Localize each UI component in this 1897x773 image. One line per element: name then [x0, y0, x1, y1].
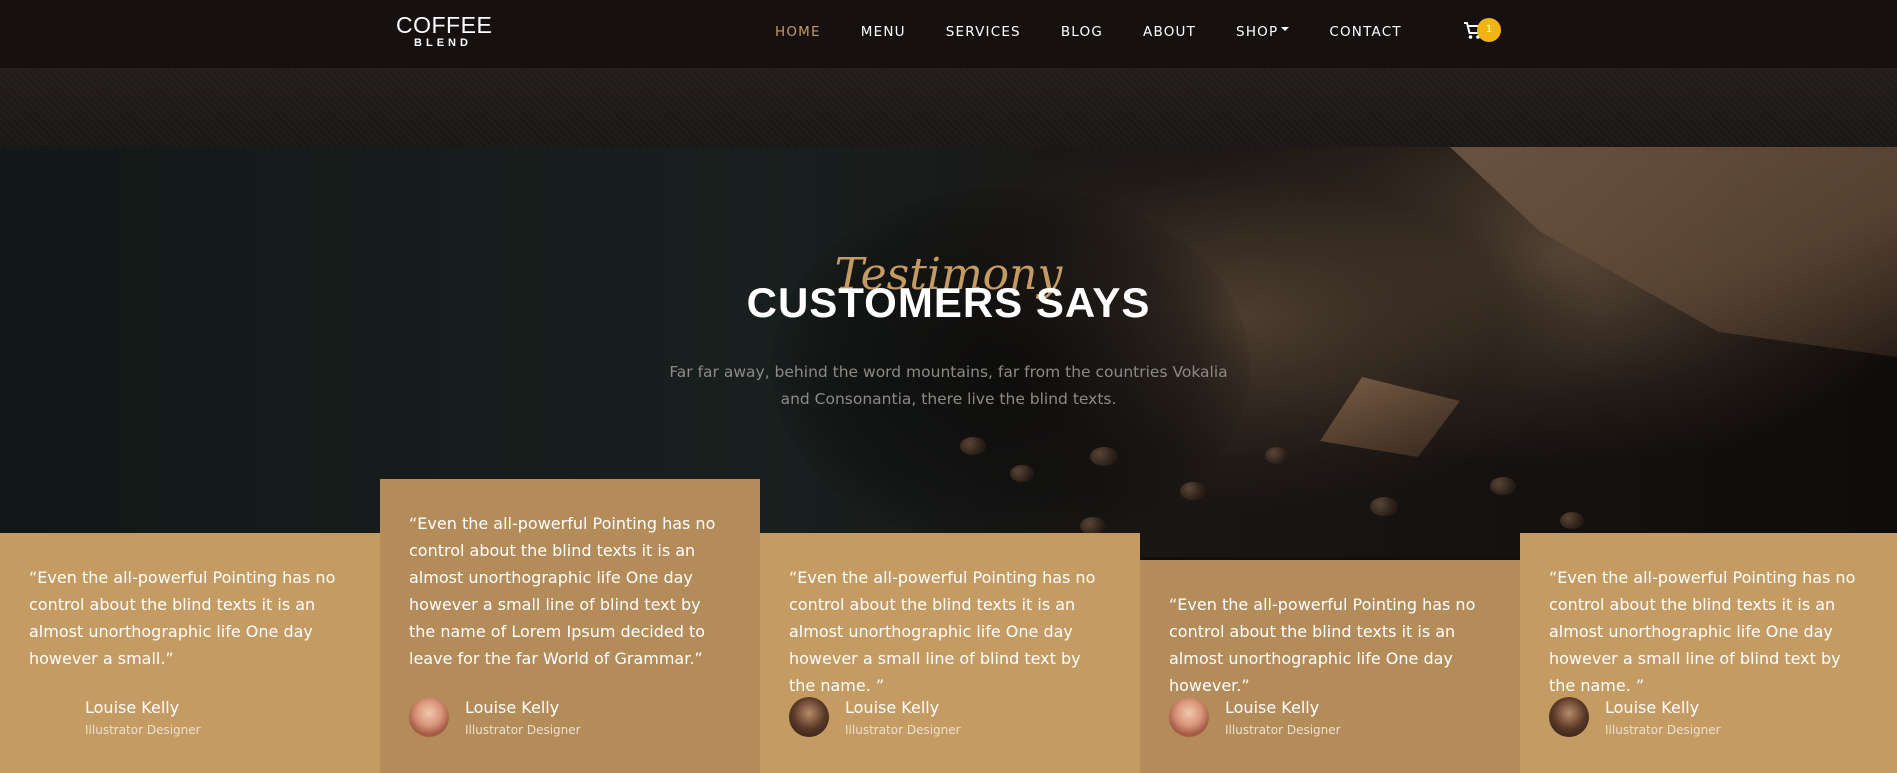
brand-title: COFFEE — [396, 12, 493, 38]
avatar — [409, 697, 449, 737]
author-name: Louise Kelly — [1605, 698, 1700, 717]
navbar: COFFEE BLEND HOME MENU SERVICES BLOG ABO… — [0, 0, 1897, 68]
testimony-hero: Testimony CUSTOMERS SAYS Far far away, b… — [0, 147, 1897, 557]
nav-item-about[interactable]: ABOUT — [1143, 20, 1196, 44]
coffee-bean — [1090, 447, 1118, 466]
nav-menu: HOME MENU SERVICES BLOG ABOUT SHOP CONTA… — [775, 20, 1442, 44]
author-position: Illustrator Designer — [1605, 723, 1721, 737]
author-name: Louise Kelly — [1225, 698, 1320, 717]
chevron-down-icon — [1281, 27, 1290, 31]
nav-item-services[interactable]: SERVICES — [946, 20, 1021, 44]
nav-item-home[interactable]: HOME — [775, 20, 821, 44]
testimonial-quote: “Even the all-powerful Pointing has no c… — [789, 568, 1096, 695]
coffee-bean — [1180, 482, 1206, 500]
brand-subtitle: BLEND — [414, 37, 472, 49]
nav-item-contact[interactable]: CONTACT — [1329, 20, 1401, 44]
paper-shard-image — [1320, 377, 1460, 457]
nav-item-blog[interactable]: BLOG — [1061, 20, 1103, 44]
coffee-bean — [1265, 447, 1289, 464]
testimonial-card: “Even the all-powerful Pointing has no c… — [0, 533, 380, 773]
coffee-bean — [1490, 477, 1516, 495]
brand-logo[interactable]: COFFEE BLEND — [396, 12, 493, 50]
coffee-bean — [1010, 465, 1034, 482]
nav-item-shop[interactable]: SHOP — [1236, 20, 1290, 44]
testimonial-card: “Even the all-powerful Pointing has no c… — [1520, 533, 1897, 773]
section-description: Far far away, behind the word mountains,… — [669, 363, 1228, 408]
cart-count-badge: 1 — [1477, 18, 1501, 42]
author-name: Louise Kelly — [465, 698, 560, 717]
coffee-bean — [1560, 512, 1584, 529]
author-position: Illustrator Designer — [845, 723, 961, 737]
section-heading: CUSTOMERS SAYS — [746, 279, 1151, 326]
testimonial-card: “Even the all-powerful Pointing has no c… — [760, 533, 1140, 773]
testimonial-card: “Even the all-powerful Pointing has no c… — [380, 479, 760, 773]
author-position: Illustrator Designer — [465, 723, 581, 737]
author-position: Illustrator Designer — [1225, 723, 1341, 737]
testimonial-quote: “Even the all-powerful Pointing has no c… — [1169, 595, 1476, 695]
testimonial-card: “Even the all-powerful Pointing has no c… — [1140, 560, 1520, 773]
avatar — [1549, 697, 1589, 737]
cart-button[interactable]: 1 — [1463, 18, 1503, 48]
testimonial-quote: “Even the all-powerful Pointing has no c… — [409, 514, 716, 668]
avatar — [789, 697, 829, 737]
nav-item-shop-label: SHOP — [1236, 24, 1279, 40]
banner-strip — [0, 68, 1897, 147]
testimonial-quote: “Even the all-powerful Pointing has no c… — [29, 568, 336, 668]
avatar — [1169, 697, 1209, 737]
author-name: Louise Kelly — [85, 698, 180, 717]
coffee-bean — [1370, 497, 1398, 516]
avatar — [29, 697, 69, 737]
nav-item-menu[interactable]: MENU — [861, 20, 906, 44]
author-name: Louise Kelly — [845, 698, 940, 717]
author-position: Illustrator Designer — [85, 723, 201, 737]
coffee-bean — [960, 437, 986, 455]
testimonial-quote: “Even the all-powerful Pointing has no c… — [1549, 568, 1856, 695]
